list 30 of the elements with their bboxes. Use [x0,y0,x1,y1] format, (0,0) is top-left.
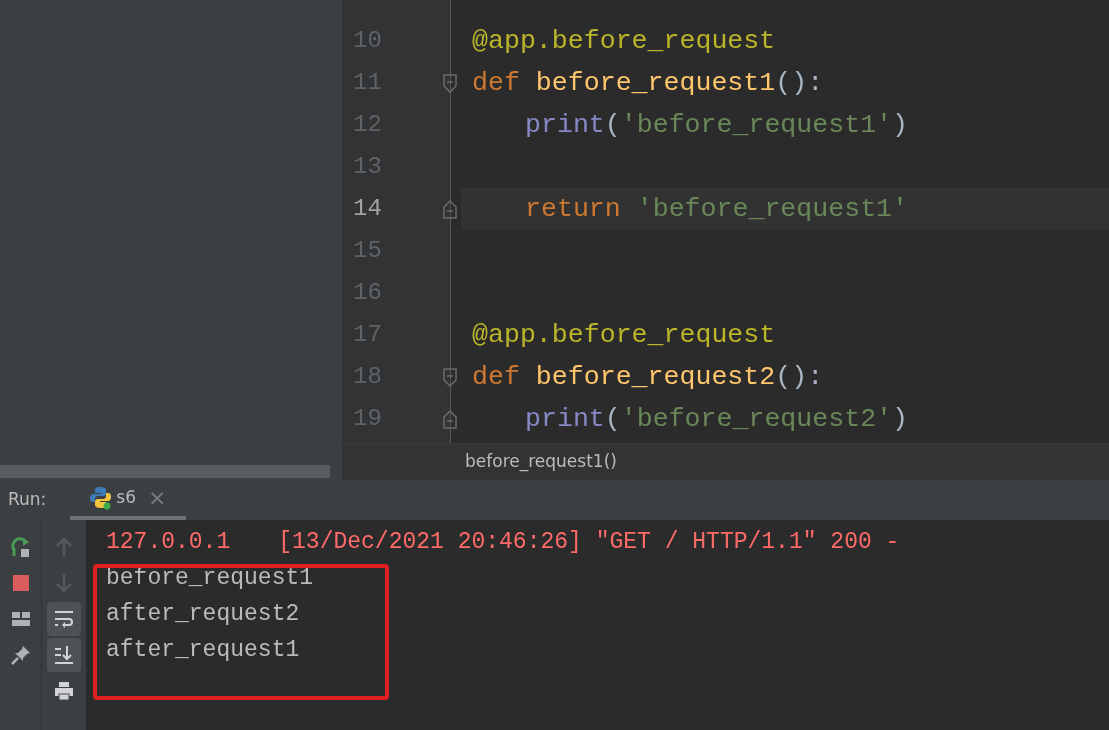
fold-icon[interactable] [443,367,457,387]
console-text: before_request1 [106,565,314,591]
code-line: print('before_request2') [525,404,909,434]
soft-wrap-icon [53,608,75,630]
fold-icon[interactable] [443,73,457,93]
code-line: def before_request2(): [472,362,824,392]
pin-icon [9,644,32,666]
python-icon [90,486,113,510]
line-number: 14 [353,195,382,222]
console-text: after_request2 [106,601,300,627]
scroll-to-end-button[interactable] [47,638,81,672]
code-line: @app.before_request [472,320,776,350]
printer-icon [53,680,75,702]
fold-icon[interactable] [443,409,457,429]
console-text: 127.0.0.1 [106,529,231,555]
fold-icon[interactable] [443,199,457,219]
soft-wrap-button[interactable] [47,602,81,636]
down-arrow-icon [53,572,75,594]
code-line: print('before_request1') [525,110,909,140]
console-text: [13/Dec/2021 20:46:26] "GET / HTTP/1.1" 200 - [278,529,900,555]
run-label: Run: [7,488,47,512]
horizontal-scrollbar[interactable] [0,465,330,478]
console-text: after_request1 [106,637,300,663]
code-line: return 'before_request1' [525,194,909,224]
run-tab[interactable]: s6 × [70,480,187,520]
scroll-to-end-icon [53,644,75,666]
code-line: def before_request1(): [472,68,824,98]
breadcrumb[interactable]: before_request1() [465,449,617,475]
rerun-icon [9,536,32,558]
code-line: @app.before_request [472,26,776,56]
